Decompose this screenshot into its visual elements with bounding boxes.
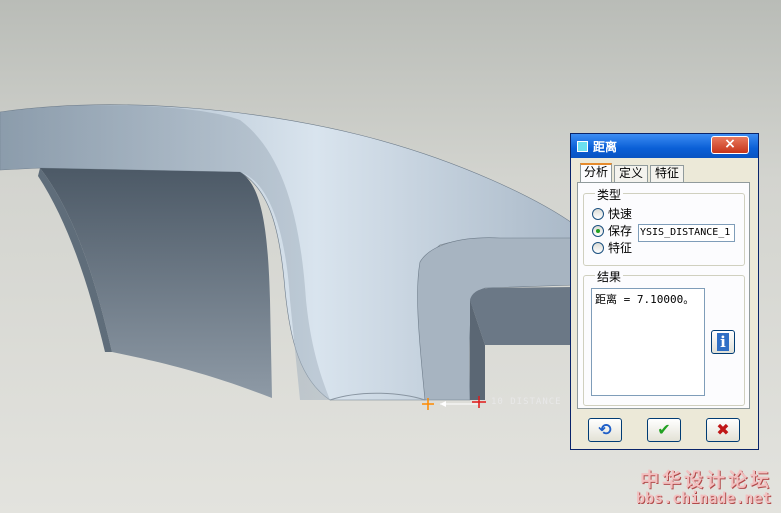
radio-feature-label: 特征 bbox=[608, 241, 633, 255]
tab-definition[interactable]: 定义 bbox=[614, 165, 648, 182]
dialog-title: 距离 bbox=[593, 140, 618, 154]
save-name-input[interactable]: YSIS_DISTANCE_1 bbox=[638, 224, 735, 242]
results-group-legend: 结果 bbox=[595, 268, 624, 285]
window-icon bbox=[577, 141, 588, 152]
radio-quick-label: 快速 bbox=[608, 207, 633, 221]
info-icon: i bbox=[717, 333, 729, 351]
distance-dialog: 距离 × 分析 定义 特征 类型 快速 保存 YSIS_DISTANCE_1 特… bbox=[570, 133, 759, 450]
tab-analysis[interactable]: 分析 bbox=[580, 163, 612, 183]
dialog-titlebar[interactable]: 距离 × bbox=[571, 134, 758, 158]
watermark-chinese: 中华设计论坛 bbox=[640, 469, 773, 491]
result-textarea[interactable]: 距离 = 7.10000。 bbox=[591, 288, 705, 396]
repeat-icon: ⟲ bbox=[598, 420, 612, 439]
close-button[interactable]: × bbox=[711, 136, 749, 154]
ok-button[interactable]: ✔ bbox=[647, 418, 681, 442]
cancel-button[interactable]: ✖ bbox=[706, 418, 740, 442]
radio-save[interactable] bbox=[592, 225, 604, 237]
checkmark-icon: ✔ bbox=[657, 420, 671, 439]
distance-dimension-label: 10 DISTANCE bbox=[491, 397, 562, 407]
close-icon: × bbox=[724, 136, 736, 152]
repeat-button[interactable]: ⟲ bbox=[588, 418, 622, 442]
info-button[interactable]: i bbox=[711, 330, 735, 354]
type-group-legend: 类型 bbox=[595, 186, 624, 203]
x-icon: ✖ bbox=[716, 420, 730, 439]
radio-feature[interactable] bbox=[592, 242, 604, 254]
radio-quick[interactable] bbox=[592, 208, 604, 220]
radio-save-label: 保存 bbox=[608, 224, 633, 238]
tab-feature[interactable]: 特征 bbox=[650, 165, 684, 182]
watermark-url: bbs.chinade.net bbox=[636, 489, 772, 507]
